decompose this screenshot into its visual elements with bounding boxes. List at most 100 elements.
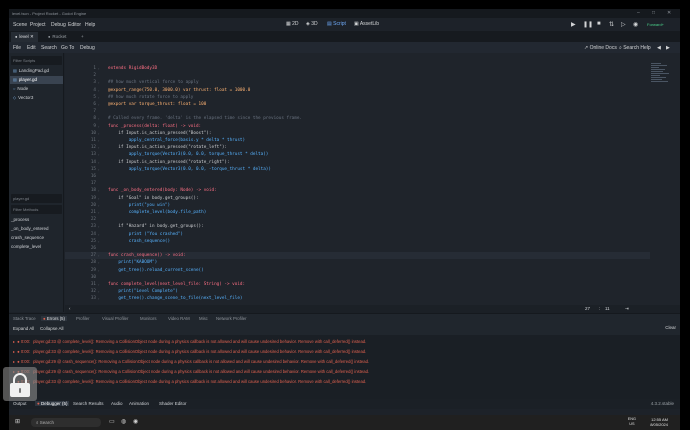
menu-scene[interactable]: Scene [13, 22, 27, 28]
script-menu-search[interactable]: Search [41, 45, 57, 51]
tab-profiler[interactable]: Profiler [76, 316, 90, 321]
error-row[interactable]: ▸● 0:00:player.gd:33 @ complete_level():… [13, 337, 676, 346]
code-editor[interactable]: 1 › extends RigidBody3D 2 3 › ## how much vert… [65, 53, 680, 305]
code-line[interactable]: func complete_level(next_level_file: Str… [108, 282, 245, 287]
godot-app-icon[interactable]: ◉ [133, 418, 138, 425]
fold-marker-icon[interactable]: › [98, 88, 99, 93]
menu-debug[interactable]: Debug [51, 22, 66, 28]
start-icon[interactable]: ⊞ [15, 418, 20, 425]
menu-help[interactable]: Help [85, 22, 95, 28]
tab-video-ram[interactable]: Video RAM [168, 316, 190, 321]
error-row[interactable]: ▸● 0:00:player.gd:29 @ crash_sequence():… [13, 357, 676, 366]
tab-errors[interactable]: ● Errors (5) [41, 316, 67, 321]
fold-marker-icon[interactable]: › [98, 116, 99, 121]
fold-marker-icon[interactable]: › [98, 66, 99, 71]
code-line[interactable]: if "Goal" in body.get_groups(): [108, 196, 198, 201]
code-line[interactable]: crash_sequence() [108, 239, 170, 244]
workspace-script[interactable]: ▤ Script [327, 21, 346, 27]
tab-network-profiler[interactable]: Network Profiler [216, 316, 247, 321]
fold-marker-icon[interactable]: › [98, 268, 99, 273]
script-menu-debug[interactable]: Debug [80, 45, 95, 51]
next-script-icon[interactable]: ▶ [666, 45, 670, 51]
bottom-tab-debugger[interactable]: ● Debugger (5) [35, 401, 70, 406]
fold-marker-icon[interactable]: › [98, 296, 99, 301]
bottom-tab-audio[interactable]: Audio [111, 401, 123, 406]
expand-all-button[interactable]: Expand All [13, 326, 34, 331]
code-line[interactable]: func crash_sequence() -> void: [108, 253, 186, 258]
script-item-node[interactable]: ○ Node [10, 85, 63, 93]
fold-marker-icon[interactable]: › [98, 160, 99, 165]
remote-debug-icon[interactable]: ⇅ [609, 21, 614, 28]
collapse-all-button[interactable]: Collapse All [40, 326, 64, 331]
filter-methods-input[interactable]: Filter Methods [11, 205, 62, 214]
script-menu-goto[interactable]: Go To [61, 45, 74, 51]
code-line[interactable]: print("KABOOM") [108, 260, 157, 265]
error-row[interactable]: ▸● 0:00:player.gd:29 @ crash_sequence():… [13, 367, 676, 376]
script-item-player[interactable]: ▤ player.gd [10, 76, 63, 84]
indent-icon[interactable]: ⇥ [625, 306, 629, 312]
code-line[interactable]: # Called every frame. 'delta' is the ela… [108, 116, 302, 121]
warnings-icon[interactable]: ‹ [69, 306, 71, 311]
fold-marker-icon[interactable]: › [98, 289, 99, 294]
code-line[interactable]: @export_range(750.0, 3000.0) var thrust:… [108, 88, 250, 93]
code-line[interactable]: apply_torque(Vector3(0.0, 0.0, -torque_t… [108, 167, 271, 172]
play-scene-icon[interactable]: ▷ [621, 21, 626, 28]
code-line[interactable]: @export var torque_thrust: float = 100 [108, 102, 206, 107]
tab-monitors[interactable]: Monitors [140, 316, 156, 321]
filter-scripts-input[interactable]: Filter Scripts [11, 56, 62, 65]
code-line[interactable]: print("you win") [108, 203, 170, 208]
fold-marker-icon[interactable]: › [98, 203, 99, 208]
fold-marker-icon[interactable]: › [98, 145, 99, 150]
browser-icon[interactable]: ◍ [121, 418, 126, 425]
script-menu-file[interactable]: File [13, 45, 21, 51]
fold-marker-icon[interactable]: › [98, 224, 99, 229]
tab-misc[interactable]: Misc [199, 316, 208, 321]
fold-marker-icon[interactable]: › [98, 210, 99, 215]
bottom-tab-output[interactable]: Output [13, 401, 27, 406]
code-line[interactable]: get_tree().change_scene_to_file(next_lev… [108, 296, 242, 301]
clear-button[interactable]: Clear [665, 325, 676, 330]
workspace-2d[interactable]: ▦ 2D [286, 21, 299, 27]
tab-level[interactable]: ● level ✕ [11, 32, 38, 42]
fold-marker-icon[interactable]: › [98, 152, 99, 157]
code-line[interactable]: func _on_body_entered(body: Node) -> voi… [108, 188, 217, 193]
workspace-assetlib[interactable]: ▣ AssetLib [354, 21, 379, 27]
bottom-tab-search-results[interactable]: Search Results [73, 401, 104, 406]
method-item[interactable]: _on_body_entered [11, 226, 49, 231]
fold-marker-icon[interactable]: › [98, 282, 99, 287]
fold-marker-icon[interactable]: › [98, 260, 99, 265]
minimize-icon[interactable]: – [637, 10, 640, 16]
tab-close-icon[interactable]: ✕ [30, 34, 34, 39]
stop-icon[interactable]: ■ [597, 21, 601, 27]
add-tab-button[interactable]: + [77, 32, 88, 42]
play-icon[interactable]: ▶ [571, 21, 576, 28]
menu-editor[interactable]: Editor [68, 22, 81, 28]
fold-marker-icon[interactable]: › [98, 95, 99, 100]
maximize-icon[interactable]: □ [652, 10, 655, 16]
method-item[interactable]: complete_level [11, 244, 41, 249]
movie-maker-icon[interactable]: ◉ [633, 21, 638, 28]
code-line[interactable]: ## how much rotate force to apply [108, 95, 193, 100]
fold-marker-icon[interactable]: › [98, 138, 99, 143]
script-item-vector3[interactable]: ◇ Vector3 [10, 94, 63, 102]
code-line[interactable]: apply_torque(Vector3(0.0, 0.0, torque_th… [108, 152, 269, 157]
workspace-3d[interactable]: ◈ 3D [306, 21, 318, 27]
fold-marker-icon[interactable]: › [98, 124, 99, 129]
code-line[interactable]: get_tree().reload_current_scene() [108, 268, 203, 273]
bottom-tab-shader-editor[interactable]: Shader Editor [159, 401, 187, 406]
menu-project[interactable]: Project [30, 22, 46, 28]
tab-visual-profiler[interactable]: Visual Profiler [102, 316, 128, 321]
code-line[interactable]: if Input.is_action_pressed("rotate_left"… [108, 145, 227, 150]
renderer-selector[interactable]: Forward+ [647, 22, 664, 27]
fold-marker-icon[interactable]: › [98, 167, 99, 172]
bottom-tab-animation[interactable]: Animation [129, 401, 149, 406]
file-explorer-icon[interactable]: ▭ [109, 418, 115, 425]
fold-marker-icon[interactable]: › [98, 131, 99, 136]
code-line[interactable]: ## how much vertical force to apply [108, 80, 199, 85]
script-item-landingpad[interactable]: ▤ LandingPad.gd [10, 67, 63, 75]
fold-marker-icon[interactable]: › [98, 102, 99, 107]
tab-rocket[interactable]: ● Rocket [44, 32, 70, 42]
code-line[interactable]: if Input.is_action_pressed("Boost"): [108, 131, 211, 136]
code-minimap[interactable] [651, 63, 671, 93]
code-line[interactable]: print("Level Complete") [108, 289, 178, 294]
